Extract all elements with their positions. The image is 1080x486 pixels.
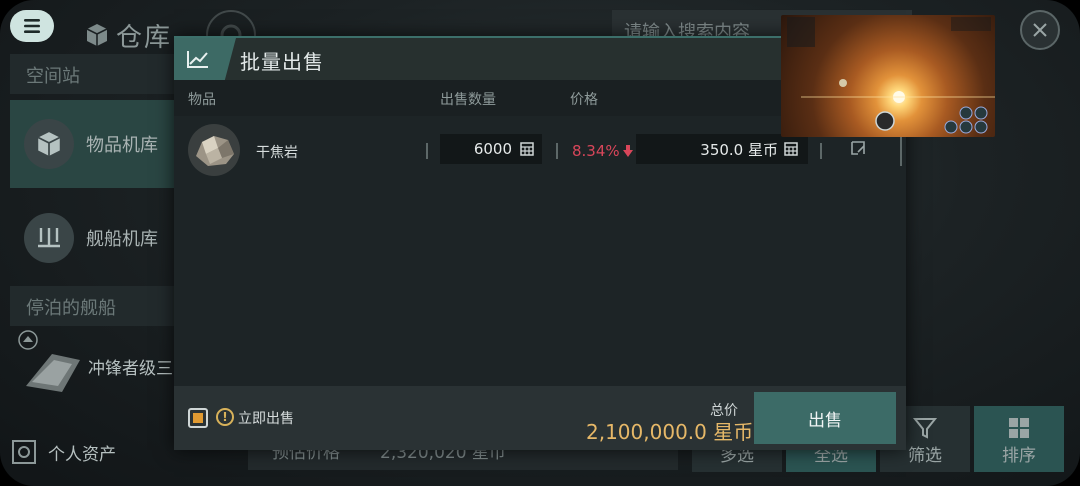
personal-assets-label: 个人资产 bbox=[48, 444, 116, 465]
docked-ship-item[interactable]: 冲锋者级三 bbox=[10, 330, 180, 410]
filter-label: 筛选 bbox=[908, 446, 942, 466]
expand-icon[interactable] bbox=[850, 140, 866, 156]
safe-icon bbox=[12, 440, 36, 464]
column-header-qty: 出售数量 bbox=[440, 92, 496, 108]
instant-sell-checkbox[interactable] bbox=[188, 408, 208, 428]
personal-assets-item[interactable]: 个人资产 bbox=[10, 438, 116, 466]
hamburger-icon bbox=[24, 19, 40, 33]
price-value: 350.0 星币 bbox=[700, 140, 778, 159]
price-input[interactable]: 350.0 星币 bbox=[636, 134, 808, 164]
page-title: 仓库 bbox=[116, 22, 173, 53]
box-icon bbox=[86, 24, 108, 46]
column-header-item: 物品 bbox=[188, 92, 216, 108]
sort-label: 排序 bbox=[1002, 446, 1036, 466]
filter-icon bbox=[912, 418, 938, 439]
quantity-input[interactable]: 6000 bbox=[440, 134, 542, 164]
quantity-value: 6000 bbox=[473, 140, 512, 158]
game-minimap[interactable] bbox=[781, 15, 995, 137]
sidebar-item-label: 舰船机库 bbox=[86, 229, 158, 250]
sidebar: 空间站 物品机库 舰船机库 停泊的舰船 bbox=[10, 54, 180, 474]
screen: 仓库 请输入搜索内容 空间站 物品机库 舰船机库 停泊的舰船 冲锋者级三 个人资… bbox=[0, 0, 1080, 486]
down-arrow-icon bbox=[622, 145, 633, 157]
sell-button[interactable]: 出售 bbox=[754, 392, 896, 444]
item-name: 干焦岩 bbox=[256, 145, 298, 161]
ship-name: 冲锋者级三 bbox=[88, 359, 173, 379]
ship-icon bbox=[26, 354, 80, 392]
close-icon bbox=[1033, 23, 1047, 37]
space-view-graphic bbox=[787, 17, 995, 134]
sort-button[interactable]: 排序 bbox=[974, 406, 1064, 472]
calculator-icon[interactable] bbox=[520, 142, 534, 156]
chart-icon bbox=[174, 38, 236, 80]
dialog-footer: ! 立即出售 总价 2,100,000.0 星币 出售 bbox=[174, 386, 906, 450]
grid-icon bbox=[1009, 418, 1029, 438]
sidebar-item-item-hangar[interactable]: 物品机库 bbox=[10, 100, 180, 188]
percent-value: 8.34% bbox=[572, 142, 620, 160]
warning-icon[interactable]: ! bbox=[216, 408, 234, 426]
menu-button[interactable] bbox=[10, 10, 54, 42]
divider bbox=[900, 136, 902, 166]
section-header-docked: 停泊的舰船 bbox=[10, 286, 180, 326]
total-value: 2,100,000.0 星币 bbox=[586, 420, 754, 444]
instant-sell-label: 立即出售 bbox=[238, 411, 294, 427]
divider bbox=[426, 143, 428, 159]
section-header-station: 空间站 bbox=[10, 54, 180, 94]
cube-icon bbox=[24, 119, 74, 169]
dialog-title: 批量出售 bbox=[240, 50, 324, 74]
divider bbox=[556, 143, 558, 159]
sidebar-item-label: 物品机库 bbox=[86, 135, 158, 156]
price-change-percent: 8.34% bbox=[572, 142, 633, 160]
ship-hangar-icon bbox=[24, 213, 74, 263]
calculator-icon[interactable] bbox=[784, 142, 798, 156]
close-button[interactable] bbox=[1020, 10, 1060, 50]
divider bbox=[820, 143, 822, 159]
ore-icon bbox=[188, 124, 240, 176]
column-header-price: 价格 bbox=[570, 92, 598, 108]
sidebar-item-ship-hangar[interactable]: 舰船机库 bbox=[10, 194, 180, 282]
